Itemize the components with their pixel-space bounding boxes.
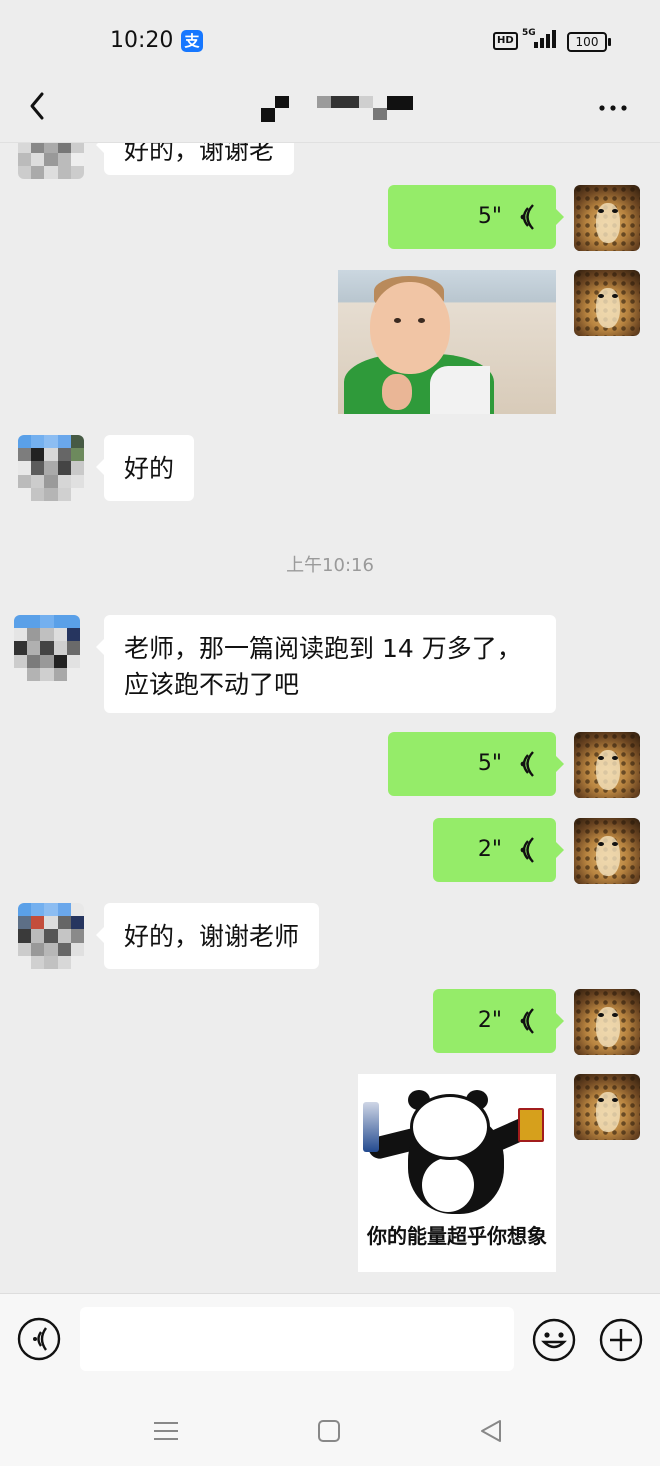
voice-duration: 5" <box>477 204 502 229</box>
image-message[interactable] <box>338 270 556 414</box>
signal-icon: 5G <box>520 28 560 50</box>
my-avatar[interactable] <box>574 818 640 884</box>
back-button[interactable] <box>24 86 64 126</box>
battery-icon: 100 <box>567 32 611 52</box>
sticker-caption: 你的能量超乎你想象 <box>367 1224 547 1248</box>
voice-message-bubble[interactable]: 5" <box>388 732 564 796</box>
my-avatar[interactable] <box>574 185 640 251</box>
voice-wave-icon <box>520 837 534 863</box>
my-avatar[interactable] <box>574 989 640 1055</box>
chat-header <box>0 80 660 143</box>
voice-duration: 5" <box>477 751 502 776</box>
voice-wave-icon <box>520 204 534 230</box>
plus-circle-icon <box>599 1318 643 1362</box>
contact-avatar[interactable] <box>18 435 84 501</box>
smiley-icon <box>532 1318 576 1362</box>
hd-icon: HD <box>493 32 518 50</box>
more-options-button[interactable] <box>596 86 636 126</box>
status-time: 10:20 <box>110 28 174 53</box>
square-icon <box>318 1420 340 1442</box>
voice-mode-icon <box>17 1317 61 1361</box>
system-navigation-bar <box>0 1393 660 1466</box>
menu-lines-icon <box>154 1422 178 1440</box>
system-back-button[interactable] <box>472 1411 512 1451</box>
contact-avatar[interactable] <box>18 903 84 969</box>
message-line: 应该跑不动了吧 <box>124 670 300 699</box>
more-dots-icon <box>599 105 627 111</box>
my-avatar[interactable] <box>574 1074 640 1140</box>
voice-message-bubble[interactable]: 2" <box>433 818 564 882</box>
voice-message-bubble[interactable]: 2" <box>433 989 564 1053</box>
message-bubble[interactable]: 老师，那一篇阅读跑到 14 万多了， 应该跑不动了吧 <box>96 615 556 713</box>
emoji-button[interactable] <box>531 1317 577 1363</box>
voice-duration: 2" <box>477 1008 502 1033</box>
more-functions-button[interactable] <box>598 1317 644 1363</box>
status-bar: 10:20 支 HD 5G 100 <box>0 0 660 80</box>
recent-apps-button[interactable] <box>146 1411 186 1451</box>
voice-wave-icon <box>520 1008 534 1034</box>
my-avatar[interactable] <box>574 270 640 336</box>
message-input[interactable] <box>80 1307 514 1371</box>
my-avatar[interactable] <box>574 732 640 798</box>
home-button[interactable] <box>310 1411 350 1451</box>
triangle-back-icon <box>481 1420 501 1442</box>
message-list[interactable]: 好的，谢谢老 5" 好的 上午10:16 老师，那一篇阅读跑到 14 万多了， … <box>0 143 660 1293</box>
contact-avatar[interactable] <box>18 143 84 179</box>
sticker-message[interactable]: 你的能量超乎你想象 <box>358 1074 556 1272</box>
message-bubble[interactable]: 好的，谢谢老师 <box>95 903 320 969</box>
alipay-icon: 支 <box>181 30 203 52</box>
voice-duration: 2" <box>477 837 502 862</box>
timestamp-label: 上午10:16 <box>286 555 374 576</box>
voice-wave-icon <box>520 751 534 777</box>
chat-title-pixelated <box>255 94 425 124</box>
voice-input-button[interactable] <box>17 1317 61 1361</box>
message-bubble[interactable]: 好的 <box>95 435 195 501</box>
contact-avatar[interactable] <box>14 615 80 681</box>
input-bar <box>0 1293 660 1394</box>
message-bubble[interactable]: 好的，谢谢老 <box>95 143 295 175</box>
message-line: 老师，那一篇阅读跑到 14 万多了， <box>124 634 522 663</box>
voice-message-bubble[interactable]: 5" <box>388 185 564 249</box>
chevron-left-icon <box>30 92 44 120</box>
